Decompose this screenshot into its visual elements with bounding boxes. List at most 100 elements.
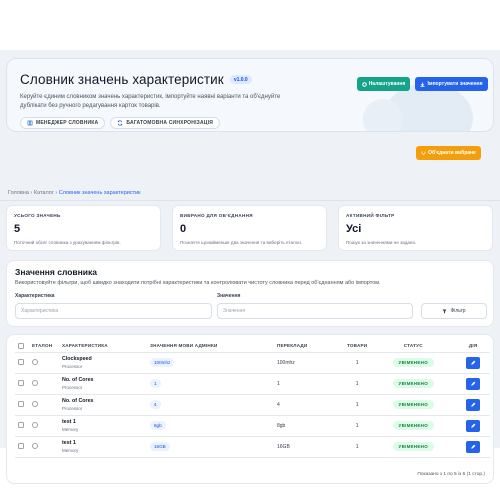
settings-button-label: Налаштування [368,81,406,87]
characteristic-group: Memory [62,426,79,432]
characteristic-cell: Clockspeed Processor [59,352,147,374]
products-cell: 1 [344,415,371,437]
page-header-card: Словник значень характеристик v1.0.0 Кер… [6,58,494,132]
filter-button[interactable]: Фільтр [421,303,487,319]
translation-cell: 1 [274,373,344,395]
pencil-icon [471,360,476,365]
row-checkbox[interactable] [18,422,24,429]
breadcrumb-home[interactable]: Головна [8,190,29,196]
action-cell [456,394,490,416]
filter-button-label: Фільтр [450,308,466,314]
action-cell [456,373,490,395]
value-chip: 1 [150,379,161,388]
table-row: No. of Cores Processor 1 1 1 УВІМКНЕНО [15,373,490,395]
values-table-card: ЕТАЛОН ХАРАКТЕРИСТИКА ЗНАЧЕННЯ МОВИ АДМІ… [6,334,494,484]
etalon-radio[interactable] [32,443,38,450]
action-cell [456,352,490,374]
etalon-radio[interactable] [32,422,38,429]
breadcrumb: Головна › Каталог › Словник значень хара… [8,190,141,196]
table-row: test 1 Memory 16GB 16GB 1 УВІМКНЕНО [15,436,490,458]
characteristic-group: Processor [62,405,83,411]
admin-value-cell: 4 [147,394,274,416]
status-badge: УВІМКНЕНО [392,421,434,430]
value-chip: 16GB [150,442,170,451]
edit-button[interactable] [466,398,481,411]
translation-cell: 8gb [274,415,344,437]
import-button-label: Імпортувати значення [427,81,483,87]
stat-label: ВИБРАНО ДЛЯ ОБ'ЄДНАННЯ [180,213,253,218]
decorative-blob [363,99,403,131]
values-table: ЕТАЛОН ХАРАКТЕРИСТИКА ЗНАЧЕННЯ МОВИ АДМІ… [15,340,490,458]
products-cell: 1 [344,394,371,416]
edit-button[interactable] [466,419,481,432]
status-cell: УВІМКНЕНО [370,373,457,395]
admin-value-cell: 8gb [147,415,274,437]
settings-button[interactable]: Налаштування [357,77,410,91]
page-title: Словник значень характеристик [20,72,224,87]
merge-selected-button[interactable]: Об'єднати вибране [416,146,481,160]
column-header-status: СТАТУС [370,340,457,353]
column-header-etalon: ЕТАЛОН [29,340,59,353]
status-badge: УВІМКНЕНО [392,400,434,409]
chip-label: БАГАТОМОВНА СИНХРОНІЗАЦІЯ [126,120,214,126]
select-all-checkbox[interactable] [18,342,24,349]
admin-value-cell: 100mhz [147,352,274,374]
characteristic-label: Характеристика [15,293,55,299]
etalon-radio[interactable] [32,380,38,387]
book-icon [27,120,33,126]
characteristic-group: Processor [62,363,83,369]
edit-button[interactable] [466,440,481,453]
characteristic-input[interactable] [15,303,212,319]
edit-button[interactable] [466,377,481,390]
etalon-radio[interactable] [32,401,38,408]
value-input[interactable] [217,303,413,319]
row-checkbox[interactable] [18,359,24,366]
filter-panel: Значення словника Використовуйте фільтри… [6,260,494,327]
admin-value-cell: 1 [147,373,274,395]
download-icon [420,82,425,87]
column-header-characteristic: ХАРАКТЕРИСТИКА [59,340,147,353]
translation-cell: 100mhz [274,352,344,374]
merge-button-label: Об'єднати вибране [428,150,476,156]
gear-icon [361,81,367,87]
characteristic-group: Memory [62,447,79,453]
characteristic-name: Clockspeed [62,356,92,363]
stat-description: Пошук за значеннями не задано. [346,240,417,245]
stat-card-total: УСЬОГО ЗНАЧЕНЬ 5 Поточний обсяг словника… [6,205,161,251]
action-cell [456,436,490,458]
table-row: test 1 Memory 8gb 8gb 1 УВІМКНЕНО [15,415,490,437]
row-select-cell [15,394,29,416]
status-cell: УВІМКНЕНО [370,436,457,458]
stat-description: Позначте щонайменше два значення та вибе… [180,240,303,245]
value-label: Значення [217,293,241,299]
etalon-cell [29,394,59,416]
pencil-icon [471,423,476,428]
products-cell: 1 [344,352,371,374]
etalon-cell [29,436,59,458]
breadcrumb-separator: › [30,190,33,196]
characteristic-name: test 1 [62,419,76,426]
edit-button[interactable] [466,356,481,369]
status-badge: УВІМКНЕНО [392,358,434,367]
characteristic-name: No. of Cores [62,398,94,405]
row-select-cell [15,352,29,374]
row-checkbox[interactable] [18,443,24,450]
filter-panel-description: Використовуйте фільтри, щоб швидко знахо… [15,280,381,286]
stat-label: АКТИВНИЙ ФІЛЬТР [346,213,395,218]
chip-label: МЕНЕДЖЕР СЛОВНИКА [36,120,99,126]
admin-value-cell: 16GB [147,436,274,458]
etalon-radio[interactable] [32,359,38,366]
breadcrumb-current: Словник значень характеристик [58,190,141,196]
page-description: Керуйте єдиним словником значень характе… [20,94,281,109]
breadcrumb-catalog[interactable]: Каталог [34,190,54,196]
stat-card-selected: ВИБРАНО ДЛЯ ОБ'ЄДНАННЯ 0 Позначте щонайм… [172,205,327,251]
row-checkbox[interactable] [18,401,24,408]
pencil-icon [471,444,476,449]
etalon-cell [29,415,59,437]
filter-panel-title: Значення словника [15,267,97,277]
value-chip: 4 [150,400,161,409]
value-chip: 100mhz [150,358,175,367]
row-checkbox[interactable] [18,380,24,387]
column-header-action: ДІЯ [456,340,490,353]
import-values-button[interactable]: Імпортувати значення [415,77,488,91]
